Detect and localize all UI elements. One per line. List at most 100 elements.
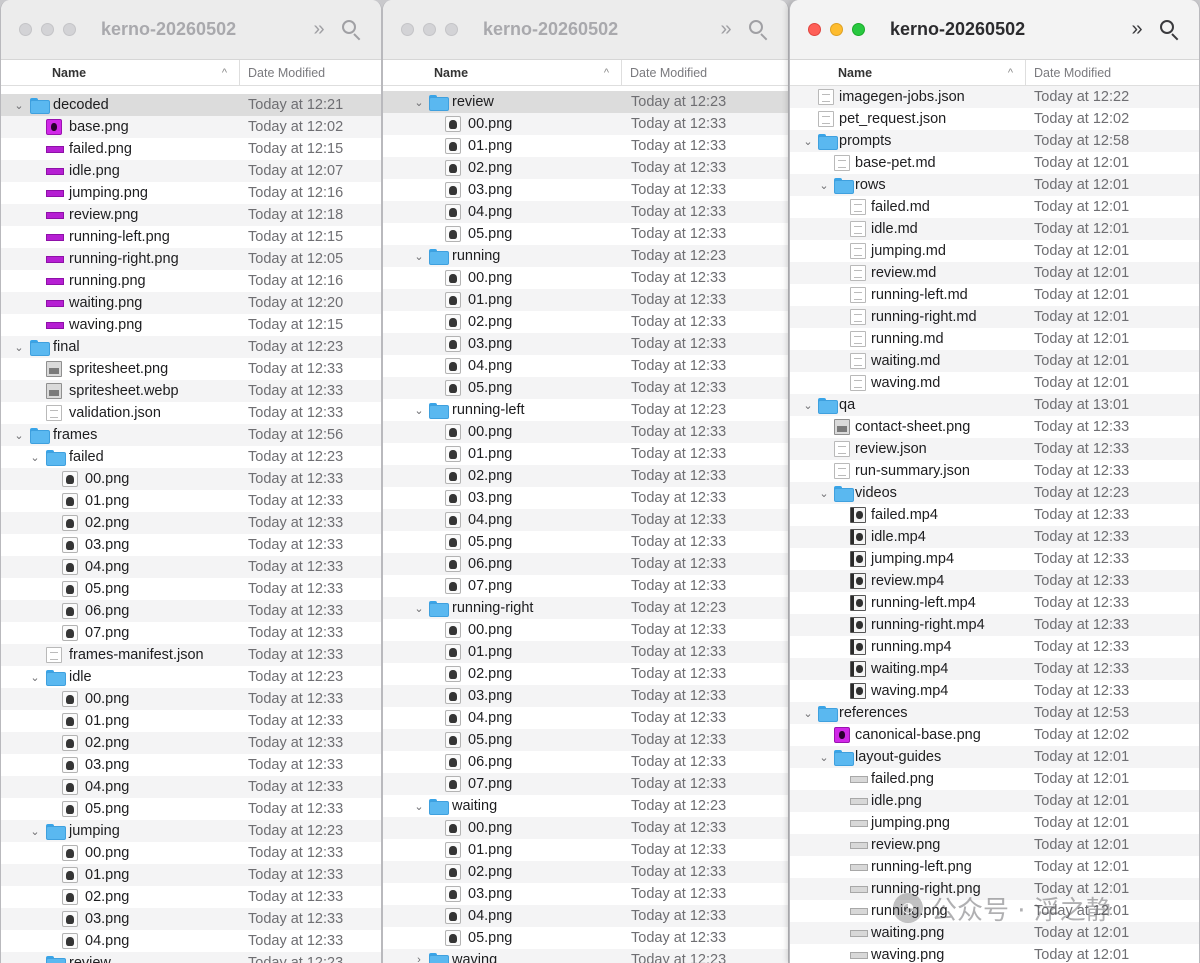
folder-row[interactable]: ⌄ running-left Today at 12:23 <box>383 399 788 421</box>
minimize-button[interactable] <box>41 23 54 36</box>
disclosure-closed-icon[interactable]: › <box>413 954 425 963</box>
file-row[interactable]: 03.png Today at 12:33 <box>383 883 788 905</box>
date-modified-column-header[interactable]: Date Modified <box>240 66 325 80</box>
file-row[interactable]: running-left.md Today at 12:01 <box>790 284 1199 306</box>
name-column-header[interactable]: Name ^ <box>790 60 1026 85</box>
toolbar-overflow-chevron-icon[interactable]: » <box>1125 18 1149 41</box>
file-row[interactable]: 04.png Today at 12:33 <box>1 556 381 578</box>
file-row[interactable]: 02.png Today at 12:33 <box>383 311 788 333</box>
file-row[interactable]: 01.png Today at 12:33 <box>383 641 788 663</box>
file-row[interactable]: 07.png Today at 12:33 <box>1 622 381 644</box>
file-row[interactable]: 06.png Today at 12:33 <box>383 751 788 773</box>
disclosure-open-icon[interactable]: ⌄ <box>29 825 41 838</box>
name-column-header[interactable]: Name ^ <box>1 60 240 85</box>
file-row[interactable]: 02.png Today at 12:33 <box>1 732 381 754</box>
file-row[interactable]: running-right.md Today at 12:01 <box>790 306 1199 328</box>
file-row[interactable]: 04.png Today at 12:33 <box>383 201 788 223</box>
disclosure-open-icon[interactable]: ⌄ <box>413 800 425 813</box>
file-row[interactable]: running-left.png Today at 12:01 <box>790 856 1199 878</box>
disclosure-open-icon[interactable]: ⌄ <box>802 399 814 412</box>
zoom-button[interactable] <box>852 23 865 36</box>
folder-row[interactable]: ⌄ videos Today at 12:23 <box>790 482 1199 504</box>
file-row[interactable]: jumping.md Today at 12:01 <box>790 240 1199 262</box>
disclosure-open-icon[interactable]: ⌄ <box>413 250 425 263</box>
file-row[interactable]: 00.png Today at 12:33 <box>383 113 788 135</box>
file-row[interactable]: base.png Today at 12:02 <box>1 116 381 138</box>
disclosure-open-icon[interactable]: ⌄ <box>818 751 830 764</box>
file-row[interactable]: 05.png Today at 12:33 <box>383 223 788 245</box>
close-button[interactable] <box>19 23 32 36</box>
file-row[interactable]: 00.png Today at 12:33 <box>1 688 381 710</box>
file-row[interactable]: 03.png Today at 12:33 <box>383 333 788 355</box>
file-row[interactable]: frames-manifest.json Today at 12:33 <box>1 644 381 666</box>
file-row[interactable]: 00.png Today at 12:33 <box>383 267 788 289</box>
file-row[interactable]: waiting.png Today at 12:20 <box>1 292 381 314</box>
disclosure-open-icon[interactable]: ⌄ <box>13 429 25 442</box>
file-row[interactable]: jumping.png Today at 12:16 <box>1 182 381 204</box>
folder-row[interactable]: ⌄ review Today at 12:23 <box>383 91 788 113</box>
folder-row[interactable]: ⌄ running-right Today at 12:23 <box>383 597 788 619</box>
file-row[interactable]: review.json Today at 12:33 <box>790 438 1199 460</box>
file-row[interactable]: 01.png Today at 12:33 <box>1 490 381 512</box>
folder-row[interactable]: ⌄ running Today at 12:23 <box>383 245 788 267</box>
folder-row[interactable]: ⌄ jumping Today at 12:23 <box>1 820 381 842</box>
file-row[interactable]: 03.png Today at 12:33 <box>383 685 788 707</box>
file-row[interactable]: idle.png Today at 12:01 <box>790 790 1199 812</box>
file-row[interactable]: 02.png Today at 12:33 <box>383 465 788 487</box>
file-row[interactable]: pet_request.json Today at 12:02 <box>790 108 1199 130</box>
disclosure-open-icon[interactable]: ⌄ <box>802 707 814 720</box>
file-row[interactable]: jumping.png Today at 12:01 <box>790 812 1199 834</box>
file-row[interactable]: review.png Today at 12:18 <box>1 204 381 226</box>
file-row[interactable]: waving.png Today at 12:15 <box>1 314 381 336</box>
file-row[interactable]: 00.png Today at 12:33 <box>383 817 788 839</box>
file-row[interactable]: 06.png Today at 12:33 <box>383 553 788 575</box>
file-row[interactable]: spritesheet.webp Today at 12:33 <box>1 380 381 402</box>
folder-row[interactable]: ⌄ idle Today at 12:23 <box>1 666 381 688</box>
file-row[interactable]: 00.png Today at 12:33 <box>1 842 381 864</box>
minimize-button[interactable] <box>830 23 843 36</box>
folder-row[interactable]: ⌄ frames Today at 12:56 <box>1 424 381 446</box>
file-row[interactable]: idle.md Today at 12:01 <box>790 218 1199 240</box>
file-row[interactable]: failed.png Today at 12:15 <box>1 138 381 160</box>
file-row[interactable]: 04.png Today at 12:33 <box>383 355 788 377</box>
file-row[interactable]: canonical-base.png Today at 12:02 <box>790 724 1199 746</box>
file-row[interactable]: 07.png Today at 12:33 <box>383 575 788 597</box>
name-column-header[interactable]: Name ^ <box>383 60 622 85</box>
file-row[interactable]: 00.png Today at 12:33 <box>383 421 788 443</box>
file-row[interactable]: 01.png Today at 12:33 <box>383 135 788 157</box>
search-icon[interactable] <box>748 19 770 41</box>
file-row[interactable]: validation.json Today at 12:33 <box>1 402 381 424</box>
file-row[interactable]: 02.png Today at 12:33 <box>383 157 788 179</box>
file-row[interactable]: idle.png Today at 12:07 <box>1 160 381 182</box>
file-row[interactable]: 05.png Today at 12:33 <box>383 729 788 751</box>
file-row[interactable]: 05.png Today at 12:33 <box>383 927 788 949</box>
file-row[interactable]: 03.png Today at 12:33 <box>383 487 788 509</box>
file-row[interactable]: 05.png Today at 12:33 <box>383 377 788 399</box>
folder-row[interactable]: ⌄ references Today at 12:53 <box>790 702 1199 724</box>
folder-row[interactable]: ⌄ decoded Today at 12:21 <box>1 94 381 116</box>
folder-row[interactable]: ⌄ failed Today at 12:23 <box>1 446 381 468</box>
file-row[interactable]: 07.png Today at 12:33 <box>383 773 788 795</box>
file-row[interactable]: running-right.png Today at 12:01 <box>790 878 1199 900</box>
disclosure-open-icon[interactable]: ⌄ <box>413 404 425 417</box>
file-row[interactable]: 06.png Today at 12:33 <box>1 600 381 622</box>
close-button[interactable] <box>808 23 821 36</box>
folder-row[interactable]: › waving Today at 12:23 <box>383 949 788 963</box>
disclosure-open-icon[interactable]: ⌄ <box>29 671 41 684</box>
search-icon[interactable] <box>341 19 363 41</box>
file-row[interactable]: running-left.mp4 Today at 12:33 <box>790 592 1199 614</box>
file-row[interactable]: running.png Today at 12:01 <box>790 900 1199 922</box>
file-row[interactable]: failed.mp4 Today at 12:33 <box>790 504 1199 526</box>
date-modified-column-header[interactable]: Date Modified <box>622 66 707 80</box>
file-row[interactable]: 02.png Today at 12:33 <box>383 663 788 685</box>
file-row[interactable]: 03.png Today at 12:33 <box>1 754 381 776</box>
zoom-button[interactable] <box>63 23 76 36</box>
zoom-button[interactable] <box>445 23 458 36</box>
file-row[interactable]: 01.png Today at 12:33 <box>383 289 788 311</box>
disclosure-open-icon[interactable]: ⌄ <box>13 99 25 112</box>
file-row[interactable]: 02.png Today at 12:33 <box>383 861 788 883</box>
file-row[interactable]: failed.md Today at 12:01 <box>790 196 1199 218</box>
file-row[interactable]: 04.png Today at 12:33 <box>383 509 788 531</box>
disclosure-open-icon[interactable]: ⌄ <box>818 179 830 192</box>
file-row[interactable]: 04.png Today at 12:33 <box>1 776 381 798</box>
